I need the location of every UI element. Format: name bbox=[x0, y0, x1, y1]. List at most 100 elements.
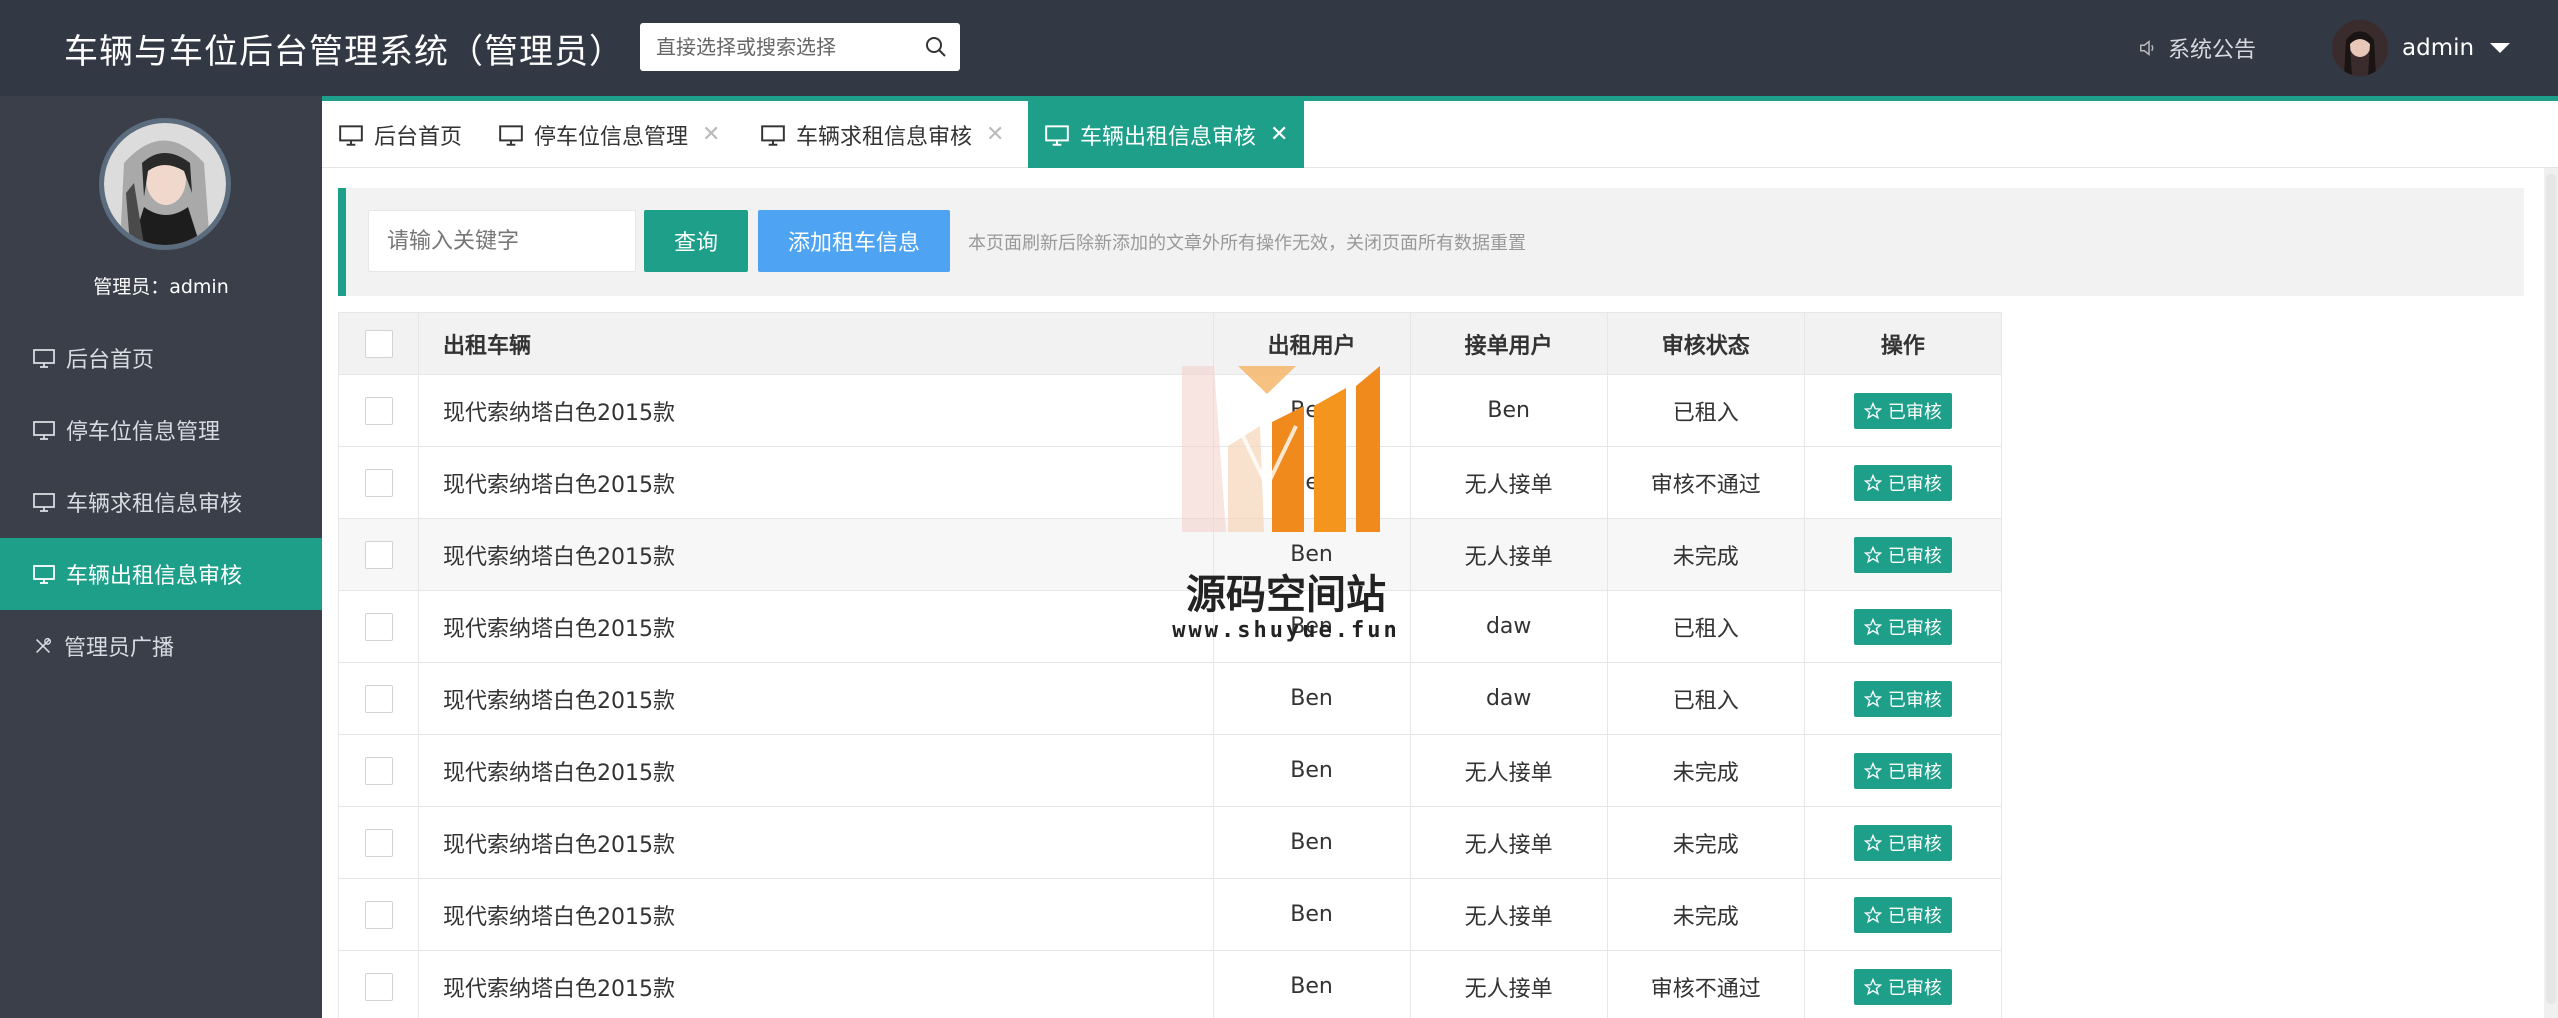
monitor-icon bbox=[499, 124, 523, 146]
star-icon bbox=[1863, 761, 1882, 779]
close-icon[interactable]: ✕ bbox=[1270, 122, 1288, 147]
reviewed-label: 已审核 bbox=[1887, 761, 1942, 783]
reviewed-button[interactable]: 已审核 bbox=[1853, 968, 1952, 1005]
sidebar-item-label: 车辆出租信息审核 bbox=[66, 564, 243, 589]
table-row: 现代索纳塔白色2015款 Ben 无人接单 未完成 已审核 bbox=[337, 734, 2003, 807]
action-cell: 已审核 bbox=[1803, 518, 2003, 591]
sidebar-item-label: 车辆求租信息审核 bbox=[66, 492, 243, 517]
chevron-down-icon[interactable] bbox=[2490, 43, 2511, 53]
reviewed-label: 已审核 bbox=[1887, 401, 1942, 423]
tab-home[interactable]: 后台首页 bbox=[338, 101, 462, 168]
monitor-icon bbox=[33, 349, 55, 368]
star-icon bbox=[1863, 545, 1882, 563]
row-checkbox[interactable] bbox=[364, 396, 393, 425]
renter-cell: Ben bbox=[1212, 446, 1411, 519]
action-cell: 已审核 bbox=[1803, 734, 2003, 807]
vertical-scrollbar[interactable] bbox=[2544, 168, 2558, 1018]
user-avatar bbox=[2332, 20, 2388, 76]
table-row: 现代索纳塔白色2015款 Ben 无人接单 未完成 已审核 bbox=[337, 518, 2003, 591]
tab-label: 后台首页 bbox=[374, 124, 463, 150]
system-notice-link[interactable]: 系统公告 bbox=[2138, 32, 2256, 64]
row-checkbox[interactable] bbox=[364, 540, 393, 569]
renter-cell: Ben bbox=[1212, 878, 1411, 951]
sidebar-item-label: 停车位信息管理 bbox=[66, 420, 221, 445]
tab-parking[interactable]: 停车位信息管理 ✕ bbox=[498, 101, 720, 168]
star-icon bbox=[1863, 833, 1882, 851]
sidebar-item-label: 管理员广播 bbox=[64, 636, 175, 661]
toolbar-tip: 本页面刷新后除新添加的文章外所有操作无效，关闭页面所有数据重置 bbox=[968, 233, 1526, 254]
tab-rent-request-review[interactable]: 车辆求租信息审核 ✕ bbox=[760, 101, 1004, 168]
table-row: 现代索纳塔白色2015款 Ben Ben 已租入 已审核 bbox=[337, 374, 2003, 447]
app-title: 车辆与车位后台管理系统（管理员） bbox=[64, 32, 624, 72]
star-icon bbox=[1863, 617, 1882, 635]
scrollbar-thumb[interactable] bbox=[2546, 174, 2556, 1004]
row-checkbox[interactable] bbox=[364, 612, 393, 641]
sidebar-item-rent-out-review[interactable]: 车辆出租信息审核 bbox=[0, 538, 322, 610]
car-cell: 现代索纳塔白色2015款 bbox=[418, 878, 1214, 951]
status-cell: 审核不通过 bbox=[1606, 950, 1805, 1018]
row-checkbox[interactable] bbox=[364, 684, 393, 713]
row-select-cell bbox=[337, 446, 420, 519]
reviewed-button[interactable]: 已审核 bbox=[1853, 752, 1952, 789]
monitor-icon bbox=[761, 124, 785, 146]
reviewed-button[interactable]: 已审核 bbox=[1853, 680, 1952, 717]
row-checkbox[interactable] bbox=[364, 756, 393, 785]
select-all-cell bbox=[337, 312, 420, 375]
keyword-input[interactable] bbox=[368, 210, 636, 272]
car-cell: 现代索纳塔白色2015款 bbox=[418, 662, 1214, 735]
taker-cell: daw bbox=[1409, 590, 1608, 663]
tools-icon bbox=[35, 637, 52, 654]
query-button[interactable]: 查询 bbox=[644, 210, 748, 272]
sidebar-item-home[interactable]: 后台首页 bbox=[0, 322, 322, 394]
rental-table: 出租车辆 出租用户 接单用户 审核状态 操作 现代索纳塔白色2015款 Ben Be… bbox=[337, 312, 2003, 1018]
reviewed-button[interactable]: 已审核 bbox=[1853, 464, 1952, 501]
star-icon bbox=[1863, 977, 1882, 995]
sidebar-item-parking[interactable]: 停车位信息管理 bbox=[0, 394, 322, 466]
renter-cell: Ben bbox=[1212, 734, 1411, 807]
sidebar: 管理员：admin 后台首页 停车位信息管理 车辆求租信息审核 车辆出租信息审核… bbox=[0, 96, 322, 1018]
add-rental-button[interactable]: 添加租车信息 bbox=[758, 210, 950, 272]
search-toolbar: 查询 添加租车信息 本页面刷新后除新添加的文章外所有操作无效，关闭页面所有数据重… bbox=[338, 188, 2524, 296]
header-search[interactable] bbox=[640, 23, 960, 71]
row-select-cell bbox=[337, 518, 420, 591]
reviewed-button[interactable]: 已审核 bbox=[1853, 392, 1952, 429]
renter-cell: Ben bbox=[1212, 806, 1411, 879]
sidebar-item-rent-request-review[interactable]: 车辆求租信息审核 bbox=[0, 466, 322, 538]
taker-cell: Ben bbox=[1409, 374, 1608, 447]
car-cell: 现代索纳塔白色2015款 bbox=[418, 518, 1214, 591]
action-cell: 已审核 bbox=[1803, 806, 2003, 879]
action-cell: 已审核 bbox=[1803, 374, 2003, 447]
reviewed-button[interactable]: 已审核 bbox=[1853, 824, 1952, 861]
table-header-row: 出租车辆 出租用户 接单用户 审核状态 操作 bbox=[337, 312, 2003, 375]
tab-rent-out-review[interactable]: 车辆出租信息审核 ✕ bbox=[1028, 101, 1305, 168]
reviewed-button[interactable]: 已审核 bbox=[1853, 896, 1952, 933]
column-header: 审核状态 bbox=[1606, 312, 1805, 375]
sidebar-item-broadcast[interactable]: 管理员广播 bbox=[0, 610, 322, 682]
reviewed-button[interactable]: 已审核 bbox=[1853, 536, 1952, 573]
reviewed-button[interactable]: 已审核 bbox=[1853, 608, 1952, 645]
sidebar-menu: 后台首页 停车位信息管理 车辆求租信息审核 车辆出租信息审核 管理员广播 bbox=[0, 322, 322, 682]
row-checkbox[interactable] bbox=[364, 468, 393, 497]
action-cell: 已审核 bbox=[1803, 950, 2003, 1018]
header-search-input[interactable] bbox=[640, 23, 910, 71]
reviewed-label: 已审核 bbox=[1887, 617, 1942, 639]
main-content: 查询 添加租车信息 本页面刷新后除新添加的文章外所有操作无效，关闭页面所有数据重… bbox=[322, 168, 2558, 1018]
renter-cell: Ben bbox=[1212, 374, 1411, 447]
table-row: 现代索纳塔白色2015款 Ben daw 已租入 已审核 bbox=[337, 590, 2003, 663]
select-all-checkbox[interactable] bbox=[364, 329, 393, 358]
row-select-cell bbox=[337, 950, 420, 1018]
car-cell: 现代索纳塔白色2015款 bbox=[418, 374, 1214, 447]
user-menu[interactable]: admin bbox=[2332, 20, 2511, 76]
row-checkbox[interactable] bbox=[364, 972, 393, 1001]
row-checkbox[interactable] bbox=[364, 900, 393, 929]
notice-label: 系统公告 bbox=[2168, 38, 2257, 63]
close-icon[interactable]: ✕ bbox=[986, 122, 1004, 147]
renter-cell: Ben bbox=[1212, 518, 1411, 591]
row-checkbox[interactable] bbox=[364, 828, 393, 857]
status-cell: 未完成 bbox=[1606, 806, 1805, 879]
reviewed-label: 已审核 bbox=[1887, 473, 1942, 495]
search-icon[interactable] bbox=[924, 35, 948, 59]
table-row: 现代索纳塔白色2015款 Ben 无人接单 审核不通过 已审核 bbox=[337, 446, 2003, 519]
status-cell: 审核不通过 bbox=[1606, 446, 1805, 519]
close-icon[interactable]: ✕ bbox=[702, 122, 720, 147]
